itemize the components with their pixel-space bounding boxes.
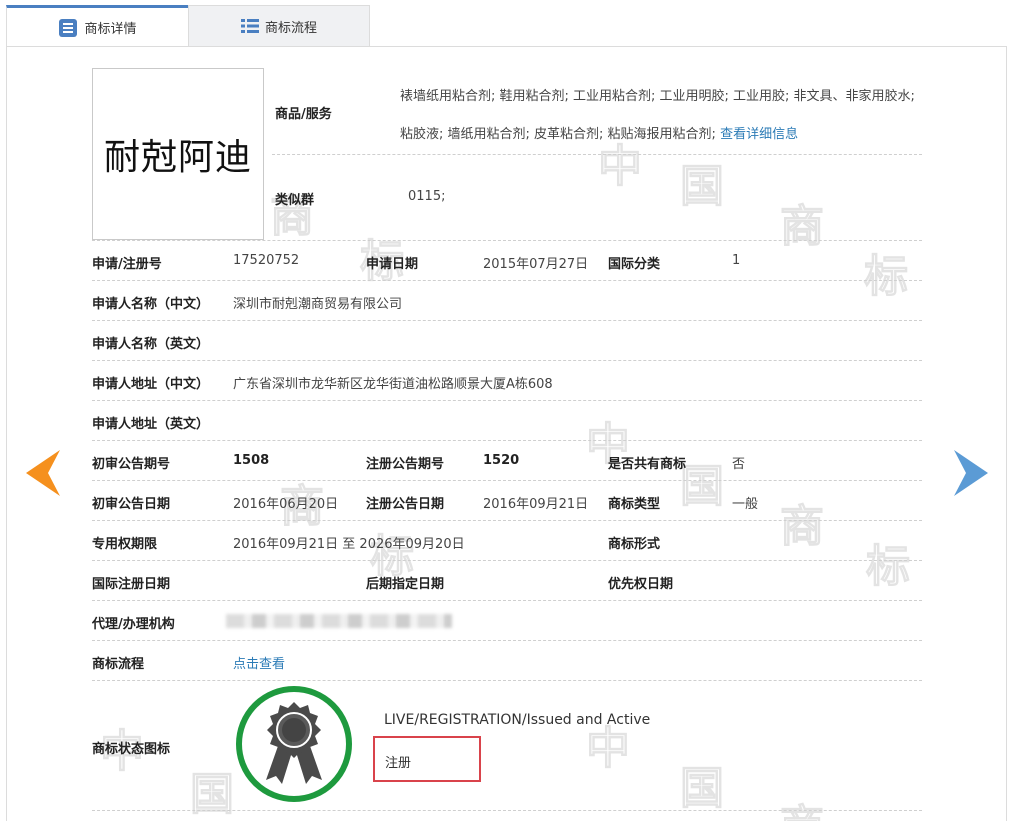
status-cn-box: 注册	[373, 736, 481, 782]
applicant-en-label: 申请人名称（英文）	[92, 337, 210, 352]
divider	[92, 240, 922, 241]
view-flow-link[interactable]: 点击查看	[233, 653, 285, 672]
address-cn-value: 广东省深圳市龙华新区龙华街道油松路顺景大厦A栋608	[233, 377, 553, 392]
flow-label: 商标流程	[92, 657, 145, 672]
trademark-image: 耐尅阿迪	[92, 68, 264, 240]
divider	[92, 400, 922, 401]
tm-form-label: 商标形式	[608, 537, 661, 552]
trademark-detail-page: 商标详情 商标流程 中 国 商 标 商 标 中 国 商 标 中 国 中 国 商	[0, 0, 1019, 821]
goods-label: 商品/服务	[275, 107, 332, 122]
divider	[92, 640, 922, 641]
reg-pub-no-value: 1520	[483, 453, 520, 468]
divider	[92, 560, 922, 561]
reg-no-label: 申请/注册号	[92, 257, 162, 272]
similar-group-label: 类似群	[275, 193, 315, 208]
watermark-char: 国	[680, 161, 725, 213]
tm-type-label: 商标类型	[608, 497, 661, 512]
view-details-link[interactable]: 查看详细信息	[720, 127, 798, 142]
reg-pub-no-label: 注册公告期号	[366, 457, 445, 472]
intl-class-value: 1	[732, 253, 741, 268]
watermark-char: 标	[866, 541, 911, 593]
address-cn-label: 申请人地址（中文）	[92, 377, 210, 392]
watermark-char: 商	[780, 201, 825, 253]
goods-list: 裱墙纸用粘合剂; 鞋用粘合剂; 工业用粘合剂; 工业用明胶; 工业用胶; 非文具…	[400, 78, 920, 154]
prelim-no-label: 初审公告期号	[92, 457, 171, 472]
status-en-text: LIVE/REGISTRATION/Issued and Active	[384, 712, 651, 728]
apply-date-label: 申请日期	[366, 257, 419, 272]
applicant-cn-label: 申请人名称（中文）	[92, 297, 210, 312]
divider	[92, 360, 922, 361]
intl-class-label: 国际分类	[608, 257, 661, 272]
divider	[92, 680, 922, 681]
tab-label: 商标流程	[264, 20, 317, 36]
prelim-no-value: 1508	[233, 453, 270, 468]
apply-date-value: 2015年07月27日	[483, 257, 589, 272]
divider	[272, 154, 922, 155]
intl-reg-date-label: 国际注册日期	[92, 577, 171, 592]
agent-label: 代理/办理机构	[92, 617, 175, 632]
shared-label: 是否共有商标	[608, 457, 687, 472]
registered-seal-icon	[234, 684, 354, 804]
tab-label: 商标详情	[84, 22, 137, 37]
reg-pub-date-label: 注册公告日期	[366, 497, 445, 512]
prelim-date-value: 2016年06月20日	[233, 497, 339, 512]
divider	[92, 440, 922, 441]
watermark-char: 商	[780, 501, 825, 553]
previous-arrow-icon[interactable]	[26, 450, 60, 500]
applicant-cn-value: 深圳市耐剋潮商贸易有限公司	[233, 297, 403, 312]
similar-group-value: 0115;	[408, 189, 446, 204]
status-cn-text: 注册	[385, 756, 412, 771]
priority-date-label: 优先权日期	[608, 577, 674, 592]
watermark-char: 标	[864, 251, 909, 303]
divider	[92, 320, 922, 321]
tab-trademark-flow[interactable]: 商标流程	[188, 5, 370, 47]
address-en-label: 申请人地址（英文）	[92, 417, 210, 432]
watermark-char: 商	[780, 790, 825, 821]
exclusive-value: 2016年09月21日 至 2026年09月20日	[233, 537, 465, 552]
watermark-char: 国	[190, 769, 235, 821]
divider	[92, 600, 922, 601]
agent-value-redacted	[226, 614, 452, 628]
tab-bar: 商标详情 商标流程	[6, 5, 1007, 47]
prelim-date-label: 初审公告日期	[92, 497, 171, 512]
next-arrow-icon[interactable]	[954, 450, 988, 500]
tab-trademark-detail[interactable]: 商标详情	[6, 5, 188, 47]
watermark-char: 国	[680, 461, 725, 513]
trademark-image-text: 耐尅阿迪	[103, 137, 252, 178]
reg-pub-date-value: 2016年09月21日	[483, 497, 589, 512]
goods-text: 裱墙纸用粘合剂; 鞋用粘合剂; 工业用粘合剂; 工业用明胶; 工业用胶; 非文具…	[400, 89, 915, 142]
divider	[92, 520, 922, 521]
divider	[92, 280, 922, 281]
grid-list-icon	[240, 18, 259, 34]
divider	[92, 810, 922, 811]
shared-value: 否	[732, 457, 746, 472]
watermark-char: 国	[680, 763, 725, 815]
tm-type-value: 一般	[732, 497, 759, 512]
reg-no-value: 17520752	[233, 253, 300, 268]
document-list-icon	[58, 18, 78, 38]
divider	[92, 480, 922, 481]
status-icon-label: 商标状态图标	[92, 742, 171, 757]
later-date-label: 后期指定日期	[366, 577, 445, 592]
exclusive-label: 专用权期限	[92, 537, 158, 552]
